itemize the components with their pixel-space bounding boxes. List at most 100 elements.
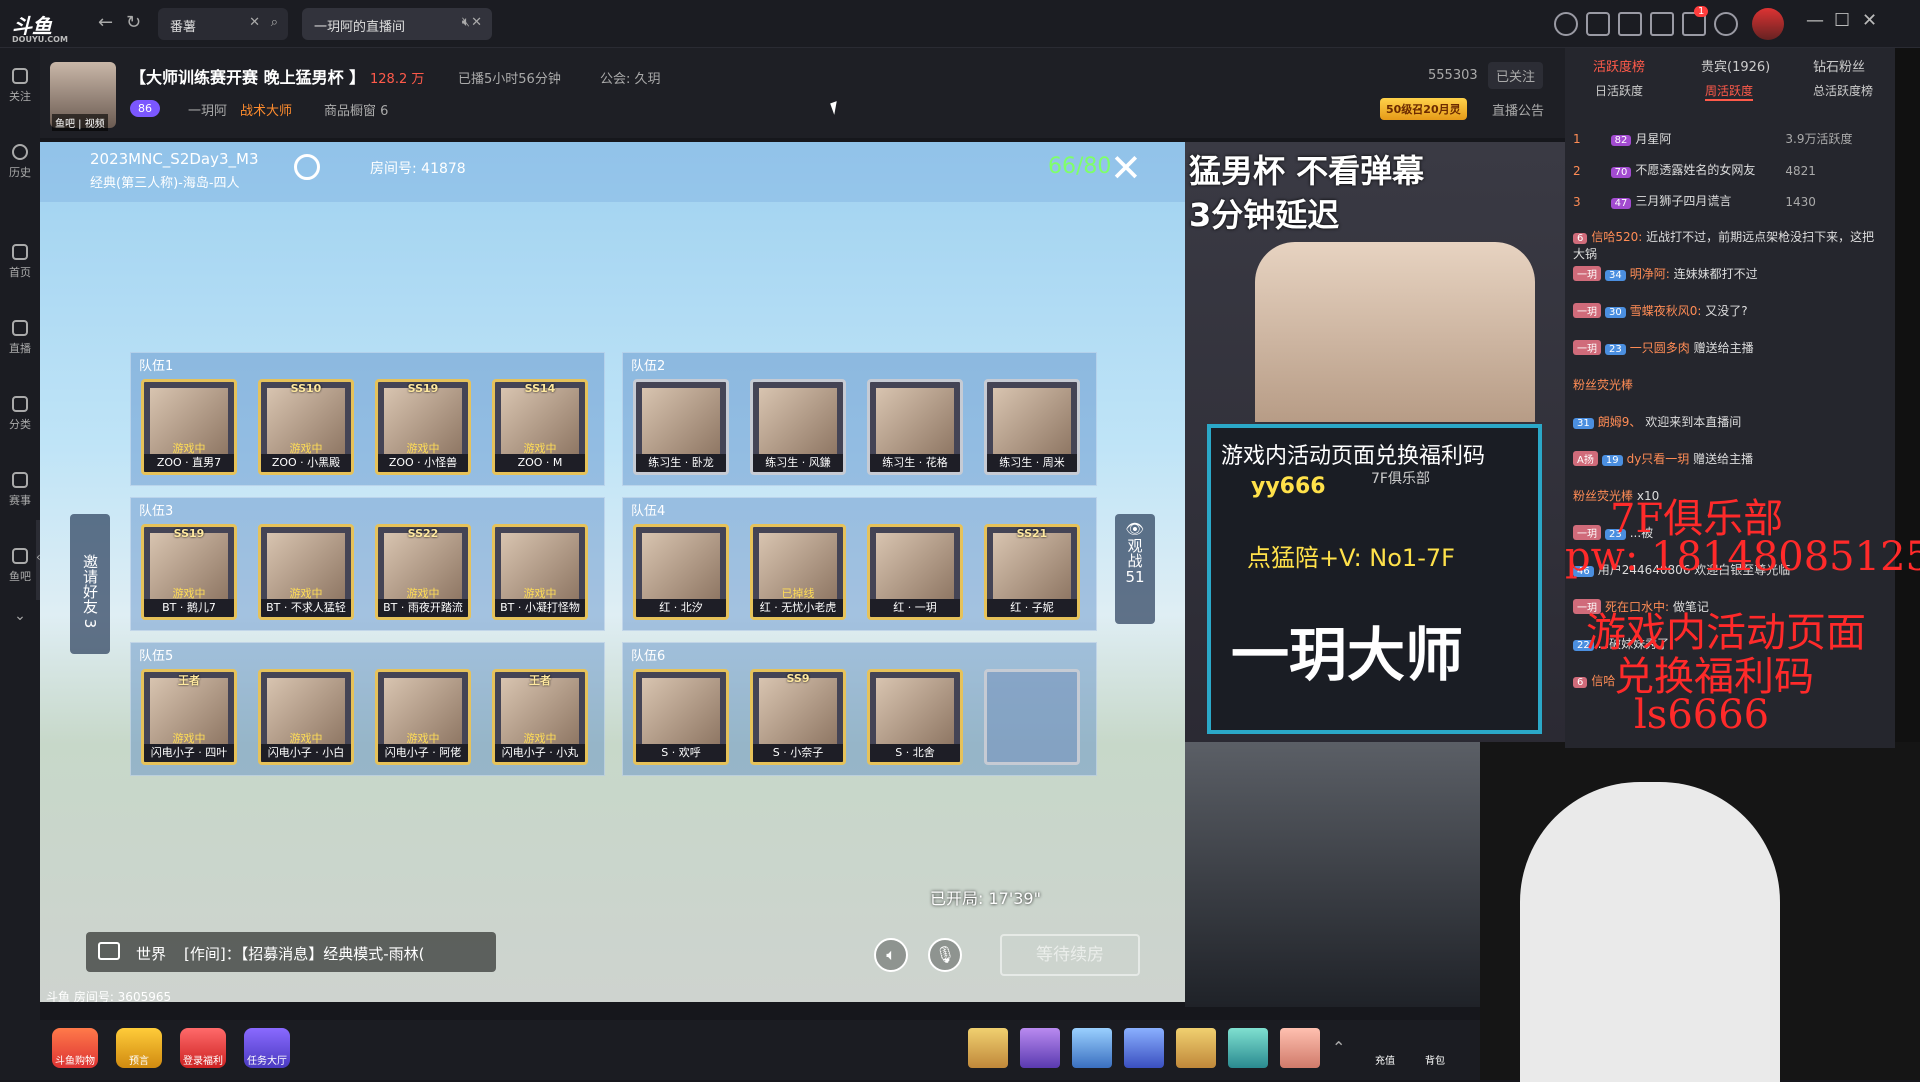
- player-slot[interactable]: SS14 游戏中 ZOO · M: [492, 379, 588, 475]
- player-slot[interactable]: SS19 游戏中 ZOO · 小怪兽: [375, 379, 471, 475]
- shop-button[interactable]: 斗鱼购物: [52, 1028, 98, 1068]
- gift-item[interactable]: [1228, 1028, 1268, 1068]
- minimize-icon[interactable]: —: [1806, 10, 1824, 31]
- player-slot[interactable]: 已掉线红 · 无忧小老虎: [750, 524, 846, 620]
- gift-item[interactable]: [1124, 1028, 1164, 1068]
- task-hall-button[interactable]: 任务大厅: [244, 1028, 290, 1068]
- back-icon[interactable]: ←: [98, 12, 113, 33]
- chat-username[interactable]: dy只看一玥: [1627, 452, 1690, 466]
- subtab-total[interactable]: 总活跃度榜: [1813, 82, 1873, 99]
- player-slot[interactable]: 游戏中 ZOO · 直男7: [141, 379, 237, 475]
- guild-label[interactable]: 公会: 久玥: [600, 68, 661, 87]
- close-window-icon[interactable]: ✕: [1862, 10, 1877, 31]
- user-avatar[interactable]: [1752, 8, 1784, 40]
- rank-row[interactable]: 3 47 三月狮子四月谎言 1430: [1573, 192, 1816, 209]
- microphone-icon[interactable]: 🎙︎: [928, 938, 962, 972]
- player-slot[interactable]: 红 · 北汐: [633, 524, 729, 620]
- player-slot[interactable]: 王者 游戏中 闪电小子 · 小丸: [492, 669, 588, 765]
- player-slot[interactable]: 红 · 一玥: [867, 524, 963, 620]
- recharge-button[interactable]: 充值: [1362, 1028, 1408, 1068]
- nav-live[interactable]: 直播: [0, 320, 40, 356]
- heart-icon[interactable]: [1586, 12, 1610, 36]
- tab-diamond-fans[interactable]: 钻石粉丝: [1813, 56, 1865, 75]
- spectate-button[interactable]: 👁︎ 观战 51: [1115, 514, 1155, 624]
- nav-label: 赛事: [9, 494, 31, 507]
- chat-username[interactable]: 雪蝶夜秋风0:: [1630, 304, 1702, 318]
- chat-username[interactable]: 明净阿:: [1630, 267, 1670, 281]
- speaker-icon[interactable]: 🔈︎: [874, 938, 908, 972]
- nav-follow[interactable]: 关注: [0, 68, 40, 104]
- streamer-name[interactable]: 一玥阿: [188, 100, 227, 119]
- gift-item[interactable]: [1020, 1028, 1060, 1068]
- player-slot[interactable]: SS19 游戏中 BT · 鹅儿7: [141, 524, 237, 620]
- empty-slot-add-icon[interactable]: [984, 669, 1080, 765]
- player-slot[interactable]: SS10 游戏中 ZOO · 小黑殿: [258, 379, 354, 475]
- chat-username[interactable]: 粉丝荧光棒: [1573, 378, 1633, 392]
- nav-fishbar[interactable]: 鱼吧: [0, 548, 40, 584]
- player-slot[interactable]: S · 北舍: [867, 669, 963, 765]
- player-slot[interactable]: SS21 红 · 子妮: [984, 524, 1080, 620]
- scrollbar-track[interactable]: [1895, 48, 1920, 742]
- player-slot[interactable]: 练习生 · 周米: [984, 379, 1080, 475]
- nav-category[interactable]: 分类: [0, 396, 40, 432]
- refresh-icon[interactable]: ↻: [126, 12, 141, 33]
- invite-friends-button[interactable]: 邀请好友 3: [70, 514, 110, 654]
- tab-search[interactable]: 番薯 ✕ ⌕: [158, 8, 288, 40]
- nav-esports[interactable]: 赛事: [0, 472, 40, 508]
- chat-username[interactable]: 朗姆9、: [1598, 415, 1642, 429]
- gift-item[interactable]: [1176, 1028, 1216, 1068]
- login-reward-button[interactable]: 登录福利: [180, 1028, 226, 1068]
- fan-badge: 一玥: [1573, 303, 1601, 318]
- player-slot[interactable]: 练习生 · 卧龙: [633, 379, 729, 475]
- wait-button[interactable]: 等待续房: [1000, 934, 1140, 976]
- subtab-daily[interactable]: 日活跃度: [1595, 82, 1643, 99]
- close-tab-icon[interactable]: ✕: [471, 15, 482, 30]
- level-badge: 34: [1605, 270, 1626, 281]
- douyu-logo[interactable]: 斗鱼 DOUYU.COM: [12, 10, 72, 44]
- player-slot[interactable]: 游戏中 闪电小子 · 阿佬: [375, 669, 471, 765]
- tab-vip[interactable]: 贵宾(1926): [1701, 56, 1770, 75]
- player-slot[interactable]: 游戏中 BT · 不求人猛轻: [258, 524, 354, 620]
- gift-item[interactable]: [968, 1028, 1008, 1068]
- tab-live-room[interactable]: 一玥阿的直播间 🔇︎ ✕: [302, 8, 492, 40]
- shirt-icon[interactable]: [1650, 12, 1674, 36]
- player-slot[interactable]: 游戏中 闪电小子 · 小白: [258, 669, 354, 765]
- predict-button[interactable]: 预言: [116, 1028, 162, 1068]
- rank-row[interactable]: 2 70 不愿透露姓名的女网友 4821: [1573, 161, 1816, 178]
- player-name: S · 欢呼: [636, 744, 726, 762]
- chat-username[interactable]: 信哈520:: [1591, 230, 1642, 244]
- world-chat-bar[interactable]: 世界 [作间]：【招募消息】经典模式-雨林(: [86, 932, 496, 972]
- notice-button[interactable]: 直播公告: [1492, 100, 1544, 119]
- player-slot[interactable]: 游戏中 BT · 小凝打怪物: [492, 524, 588, 620]
- player-slot[interactable]: SS22 游戏中 BT · 雨夜开踏流: [375, 524, 471, 620]
- chevron-up-icon[interactable]: ⌃: [1332, 1038, 1345, 1057]
- player-slot[interactable]: 练习生 · 风鎌: [750, 379, 846, 475]
- gift-item[interactable]: [1280, 1028, 1320, 1068]
- nav-home[interactable]: 首页: [0, 244, 40, 280]
- tab-activity[interactable]: 活跃度榜: [1593, 56, 1645, 75]
- backpack-button[interactable]: 背包: [1412, 1028, 1458, 1068]
- player-slot[interactable]: 练习生 · 花格: [867, 379, 963, 475]
- chat-username[interactable]: 信哈: [1591, 674, 1615, 688]
- maximize-icon[interactable]: ☐: [1834, 10, 1850, 31]
- gift-item[interactable]: [1072, 1028, 1112, 1068]
- subtab-weekly[interactable]: 周活跃度: [1705, 82, 1754, 101]
- history-icon[interactable]: [1554, 12, 1578, 36]
- close-icon[interactable]: ✕: [1110, 146, 1142, 190]
- nav-history[interactable]: 历史: [0, 144, 40, 180]
- chevron-down-icon[interactable]: ⌄: [0, 608, 40, 624]
- player-slot[interactable]: 王者 游戏中 闪电小子 · 四叶: [141, 669, 237, 765]
- rank-row[interactable]: 1 82 月星阿 3.9万活跃度: [1573, 130, 1852, 147]
- chat-username[interactable]: 一只圆多肉: [1630, 341, 1690, 355]
- player-slot[interactable]: S · 欢呼: [633, 669, 729, 765]
- follow-button[interactable]: 已关注: [1488, 62, 1544, 89]
- search-icon[interactable]: ⌕: [271, 15, 278, 30]
- calendar-icon[interactable]: [1618, 12, 1642, 36]
- player-slot[interactable]: SS9 S · 小奈子: [750, 669, 846, 765]
- clear-icon[interactable]: ✕: [249, 15, 260, 30]
- shop-window[interactable]: 商品橱窗 6: [324, 100, 388, 119]
- player-name: 红 · 北汐: [636, 599, 726, 617]
- gear-icon[interactable]: [294, 154, 320, 180]
- mute-icon[interactable]: 🔇︎: [462, 15, 470, 30]
- settings-icon[interactable]: [1714, 12, 1738, 36]
